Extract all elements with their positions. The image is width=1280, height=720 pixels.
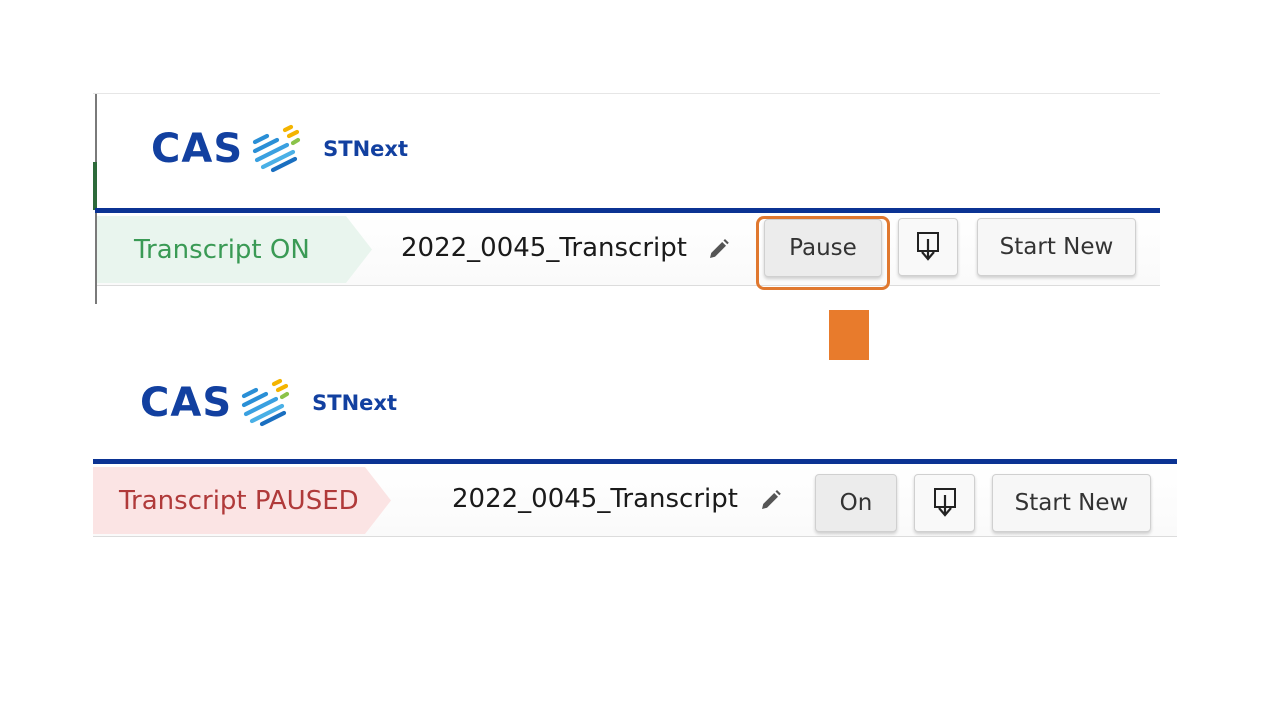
cas-wordmark: CAS bbox=[151, 126, 244, 172]
window-edge-accent bbox=[93, 162, 97, 210]
cas-logo[interactable]: CAS STNext bbox=[140, 378, 397, 428]
transcript-status-label: Transcript ON bbox=[134, 234, 310, 265]
product-name: STNext bbox=[312, 391, 397, 415]
download-icon bbox=[917, 232, 939, 261]
download-transcript-button[interactable] bbox=[914, 474, 975, 532]
transcript-name[interactable]: 2022_0045_Transcript bbox=[452, 484, 738, 514]
transcript-status-label: Transcript PAUSED bbox=[119, 485, 359, 516]
download-transcript-button[interactable] bbox=[898, 218, 958, 276]
cas-molecule-icon bbox=[242, 378, 290, 427]
pause-button-highlight bbox=[756, 216, 890, 290]
download-icon bbox=[933, 488, 956, 517]
transcript-toolbar: Transcript ON 2022_0045_Transcript Pause… bbox=[97, 213, 1160, 286]
edit-pencil-icon[interactable] bbox=[707, 237, 731, 261]
cas-logo[interactable]: CAS STNext bbox=[151, 124, 408, 174]
transcript-paused-state: CAS STNext Transcript PAUSED 2022_0045_T… bbox=[93, 360, 1177, 550]
transcript-name[interactable]: 2022_0045_Transcript bbox=[401, 233, 687, 263]
start-new-button[interactable]: Start New bbox=[992, 474, 1151, 532]
transcript-status: Transcript ON bbox=[97, 216, 372, 283]
transcript-on-state: CAS STNext Transcript ON 2022_0045_Trans… bbox=[93, 93, 1160, 304]
edit-pencil-icon[interactable] bbox=[759, 488, 783, 512]
transcript-status: Transcript PAUSED bbox=[93, 467, 391, 534]
start-new-button[interactable]: Start New bbox=[977, 218, 1136, 276]
cas-wordmark: CAS bbox=[140, 380, 233, 426]
product-name: STNext bbox=[323, 137, 408, 161]
transcript-toolbar: Transcript PAUSED 2022_0045_Transcript O… bbox=[93, 464, 1177, 537]
on-button[interactable]: On bbox=[815, 474, 897, 532]
cas-molecule-icon bbox=[253, 124, 301, 173]
